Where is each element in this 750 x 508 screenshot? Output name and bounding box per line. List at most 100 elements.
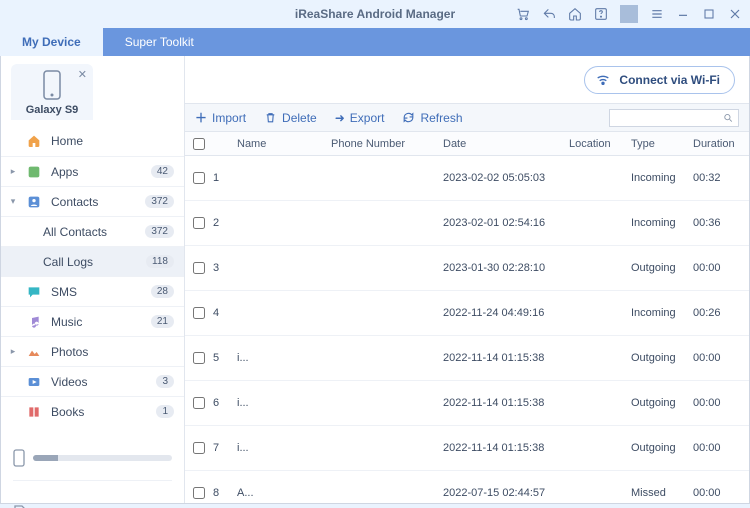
table-row[interactable]: 5i...2022-11-14 01:15:38Outgoing00:00 [185,336,749,381]
col-phone[interactable]: Phone Number [331,138,443,150]
home-icon[interactable] [566,5,584,23]
cell-date: 2022-11-14 01:15:38 [443,397,569,409]
sidebar-item-label: Music [51,315,143,329]
row-checkbox[interactable] [193,442,205,454]
cell-duration: 00:32 [693,172,743,184]
count-badge: 372 [145,225,174,238]
table-header: Name Phone Number Date Location Type Dur… [185,132,749,156]
chevron-down-icon: ▾ [9,196,17,207]
sidebar-item-label: Contacts [51,195,137,209]
count-badge: 118 [146,255,174,268]
row-checkbox[interactable] [193,487,205,499]
row-index: 4 [213,307,231,319]
table-row[interactable]: 32023-01-30 02:28:10Outgoing00:00 [185,246,749,291]
connect-wifi-button[interactable]: Connect via Wi-Fi [584,66,735,94]
row-checkbox[interactable] [193,397,205,409]
row-checkbox[interactable] [193,352,205,364]
sidebar-item-photos[interactable]: ▸ Photos [1,336,184,366]
sidebar-item-label: SMS [51,285,143,299]
cell-type: Incoming [631,217,693,229]
sidebar-item-books[interactable]: Books 1 [1,396,184,426]
cell-duration: 00:36 [693,217,743,229]
sidebar-item-apps[interactable]: ▸ Apps 42 [1,156,184,186]
count-badge: 21 [151,315,174,328]
table-row[interactable]: 12023-02-02 05:05:03Incoming00:32 [185,156,749,201]
row-checkbox[interactable] [193,262,205,274]
table-body: 12023-02-02 05:05:03Incoming00:3222023-0… [185,156,749,503]
count-badge: 42 [151,165,174,178]
sidebar-item-sms[interactable]: SMS 28 [1,276,184,306]
sidebar-item-contacts[interactable]: ▾ Contacts 372 [1,186,184,216]
tab-label: Super Toolkit [125,35,194,49]
row-checkbox[interactable] [193,172,205,184]
table-row[interactable]: 42022-11-24 04:49:16Incoming00:26 [185,291,749,336]
cell-type: Incoming [631,307,693,319]
table-row[interactable]: 22023-02-01 02:54:16Incoming00:36 [185,201,749,246]
device-name: Galaxy S9 [26,104,79,116]
cell-name [231,262,331,274]
cell-name: i... [231,397,331,409]
search-input[interactable] [614,112,719,124]
cell-name: i... [231,442,331,454]
tab-super-toolkit[interactable]: Super Toolkit [103,28,216,56]
sd-icon [13,504,27,508]
music-icon [25,313,43,331]
maximize-icon[interactable] [700,5,718,23]
col-name[interactable]: Name [231,138,331,150]
sidebar-item-label: Photos [51,345,174,359]
table-row[interactable]: 6i...2022-11-14 01:15:38Outgoing00:00 [185,381,749,426]
sidebar-item-call-logs[interactable]: Call Logs 118 [1,246,184,276]
row-checkbox[interactable] [193,307,205,319]
cell-date: 2022-11-14 01:15:38 [443,352,569,364]
col-duration[interactable]: Duration [693,138,743,150]
cell-duration: 00:00 [693,442,743,454]
select-all-checkbox[interactable] [193,138,205,150]
cell-date: 2022-07-15 02:44:57 [443,487,569,499]
sidebar-item-label: Videos [51,375,148,389]
sidebar-item-home[interactable]: Home [1,126,184,156]
search-box[interactable] [609,109,739,127]
row-checkbox[interactable] [193,217,205,229]
cell-type: Incoming [631,172,693,184]
cart-icon[interactable] [514,5,532,23]
sidebar-item-videos[interactable]: Videos 3 [1,366,184,396]
storage-meters [1,426,184,508]
sidebar-item-label: Home [51,134,174,148]
sidebar-item-music[interactable]: Music 21 [1,306,184,336]
cell-type: Missed [631,487,693,499]
videos-icon [25,373,43,391]
tab-my-device[interactable]: My Device [0,28,103,56]
sidebar-item-label: Call Logs [31,255,138,269]
help-icon[interactable] [592,5,610,23]
progress-fill [33,455,58,461]
sidebar: ✕ Galaxy S9 Home ▸ Apps 42 ▾ Contacts 37… [1,56,185,503]
col-type[interactable]: Type [631,138,693,150]
cell-date: 2023-01-30 02:28:10 [443,262,569,274]
sidebar-item-all-contacts[interactable]: All Contacts 372 [1,216,184,246]
table-row[interactable]: 7i...2022-11-14 01:15:38Outgoing00:00 [185,426,749,471]
count-badge: 1 [156,405,174,418]
col-date[interactable]: Date [443,138,569,150]
content: ✕ Galaxy S9 Home ▸ Apps 42 ▾ Contacts 37… [0,56,750,504]
cell-duration: 00:00 [693,487,743,499]
menu-icon[interactable] [648,5,666,23]
refresh-button[interactable]: Refresh [402,111,462,125]
col-location[interactable]: Location [569,138,631,150]
apps-icon [25,163,43,181]
back-icon[interactable] [540,5,558,23]
cell-duration: 00:00 [693,397,743,409]
sidebar-item-label: All Contacts [31,225,137,239]
table-row[interactable]: 8A...2022-07-15 02:44:57Missed00:00 [185,471,749,503]
close-device-icon[interactable]: ✕ [78,68,87,81]
import-button[interactable]: ＋ Import [195,109,246,126]
titlebar: iReaShare Android Manager [0,0,750,28]
button-label: Import [212,111,246,125]
sidebar-item-label: Apps [51,165,143,179]
tab-label: My Device [22,35,81,49]
delete-button[interactable]: Delete [264,111,317,125]
minimize-icon[interactable] [674,5,692,23]
close-icon[interactable] [726,5,744,23]
device-chip[interactable]: ✕ Galaxy S9 [11,64,93,120]
export-button[interactable]: ➜ Export [335,111,385,125]
cell-type: Outgoing [631,262,693,274]
